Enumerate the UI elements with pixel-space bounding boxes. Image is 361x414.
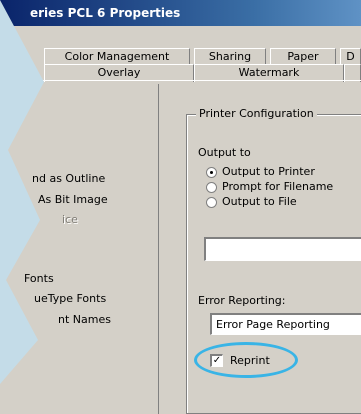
radio-output-to-file[interactable] (206, 197, 217, 208)
printer-configuration-title: Printer Configuration (196, 107, 317, 120)
error-reporting-select[interactable]: Error Page Reporting (210, 313, 361, 335)
error-reporting-value: Error Page Reporting (216, 318, 330, 331)
fonts-option-truetype[interactable]: ueType Fonts (34, 292, 106, 305)
screenshot-page: eries PCL 6 Properties Color Management … (0, 0, 361, 414)
fonts-label: Fonts (24, 272, 54, 285)
radio-prompt-for-filename[interactable] (206, 182, 217, 193)
error-reporting-label: Error Reporting: (198, 294, 286, 307)
radio-label-bit-image[interactable]: As Bit Image (38, 193, 108, 206)
radio-prompt-for-filename-label[interactable]: Prompt for Filename (222, 180, 333, 193)
panel-divider (158, 84, 159, 414)
printer-properties-dialog: eries PCL 6 Properties Color Management … (0, 0, 361, 414)
radio-output-to-printer[interactable] (206, 167, 217, 178)
title-bar: eries PCL 6 Properties (0, 0, 361, 26)
fonts-option-names[interactable]: nt Names (58, 313, 111, 326)
radio-output-to-printer-label[interactable]: Output to Printer (222, 165, 315, 178)
radio-output-to-file-label[interactable]: Output to File (222, 195, 297, 208)
radio-label-partial[interactable]: ice (62, 213, 78, 226)
window-title: eries PCL 6 Properties (30, 6, 181, 20)
tab-panel-top-edge (0, 80, 361, 81)
highlight-circle (194, 342, 298, 378)
file-path-field[interactable] (204, 237, 361, 261)
radio-label-outline[interactable]: nd as Outline (32, 172, 105, 185)
output-to-label: Output to (198, 146, 251, 159)
